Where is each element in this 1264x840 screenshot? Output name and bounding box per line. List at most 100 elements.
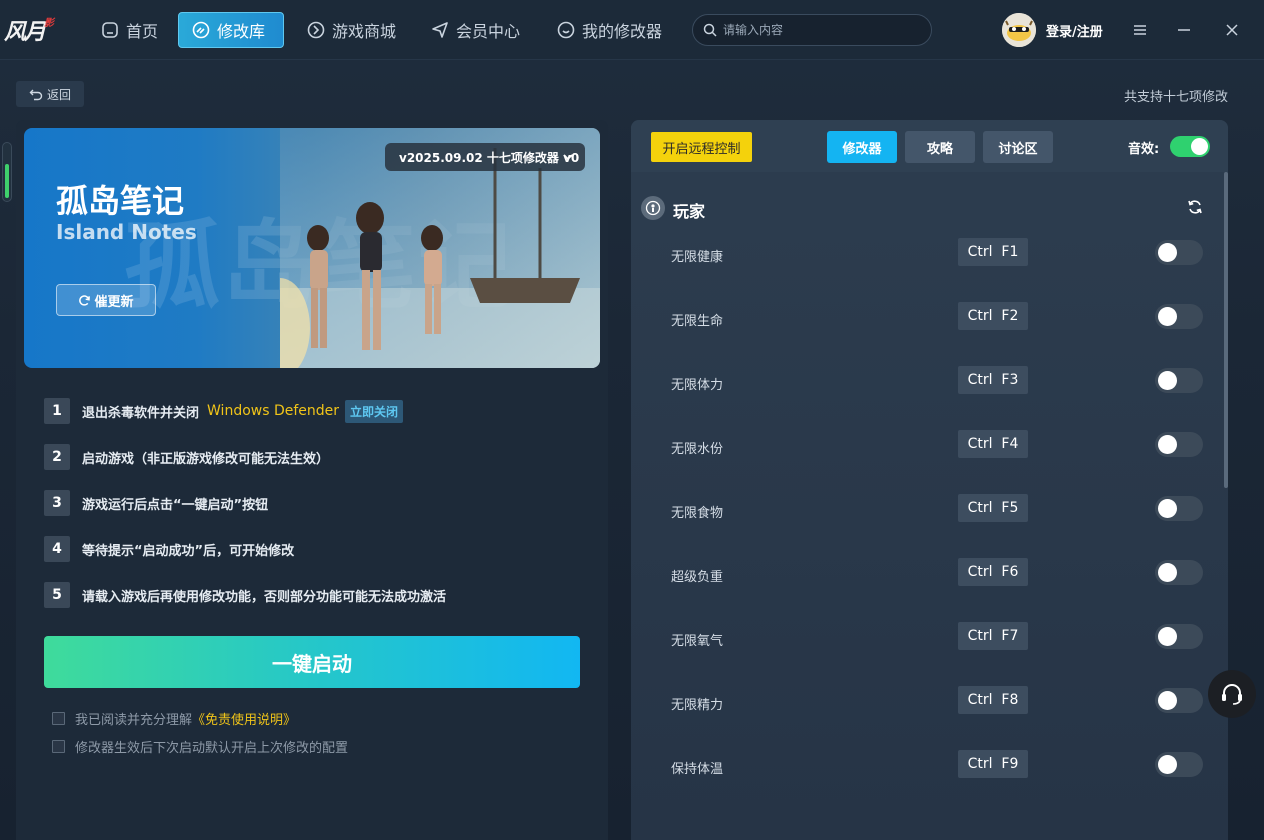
login-link[interactable]: 登录/注册: [1046, 21, 1103, 40]
scrollbar-thumb[interactable]: [1224, 172, 1228, 488]
step-number: 2: [44, 444, 70, 470]
tab-trainer[interactable]: 修改器: [827, 131, 897, 163]
cheat-name: 超级负重: [671, 570, 724, 585]
game-banner: 孤岛笔记 Island Notes 催更新 v2025.09.02 十七项修改器…: [24, 128, 600, 368]
cheat-row: 无限水份 Ctrl F4: [631, 426, 1228, 466]
player-icon: [641, 196, 665, 220]
nav-vip[interactable]: 会员中心: [418, 12, 532, 48]
minimize-button[interactable]: [1172, 18, 1196, 42]
menu-button[interactable]: [1128, 18, 1152, 42]
search-input[interactable]: [723, 23, 913, 37]
step-text: 启动游戏（非正版游戏修改可能无法生效）: [82, 451, 330, 467]
cheat-row: 超级负重 Ctrl F6: [631, 554, 1228, 594]
nav-home-label: 首页: [126, 22, 159, 41]
top-bar: 风月影 首页 修改库 游戏商城 会员中心 我的修改器 请输入内容 登录/注册: [0, 0, 1264, 60]
game-info-panel: 孤岛笔记 Island Notes 催更新 v2025.09.02 十七项修改器…: [16, 120, 608, 840]
cheat-toggle[interactable]: [1155, 240, 1203, 265]
agreement-checkbox[interactable]: [52, 711, 65, 725]
cheat-hotkey[interactable]: Ctrl F1: [958, 238, 1028, 266]
cheat-name: 无限氧气: [671, 634, 724, 649]
cheat-row: 无限氧气 Ctrl F7: [631, 618, 1228, 658]
store-icon: [307, 21, 325, 39]
nav-library[interactable]: 修改库: [178, 12, 284, 48]
step-number: 1: [44, 398, 70, 424]
back-label: 返回: [46, 87, 71, 102]
step-number: 5: [44, 582, 70, 608]
chevron-down-icon: [563, 154, 573, 161]
step-2: 2 启动游戏（非正版游戏修改可能无法生效）: [44, 444, 329, 470]
customer-service-button[interactable]: [1208, 670, 1256, 718]
cheat-name: 无限生命: [671, 314, 724, 329]
refresh-icon[interactable]: [1186, 198, 1204, 216]
remember-config-row: 修改器生效后下次启动默认开启上次修改的配置: [52, 737, 348, 756]
agreement-text: 我已阅读并充分理解: [75, 712, 193, 728]
vip-icon: [432, 22, 448, 38]
cheat-name: 保持体温: [671, 762, 724, 777]
cheat-name: 无限食物: [671, 506, 724, 521]
trainer-panel: 开启远程控制 修改器 攻略 讨论区 音效: 玩家 无限健康 Ctrl F1 无限…: [631, 120, 1228, 840]
cheat-row: 无限健康 Ctrl F1: [631, 234, 1228, 274]
nav-my-trainers[interactable]: 我的修改器: [544, 12, 674, 48]
support-count: 共支持十七项修改: [1123, 90, 1228, 105]
tab-guide[interactable]: 攻略: [905, 131, 975, 163]
home-icon: [102, 22, 118, 38]
disclaimer-link[interactable]: 《免责使用说明》: [192, 709, 296, 728]
nav-my-trainers-label: 我的修改器: [582, 22, 663, 41]
urge-update-button[interactable]: 催更新: [56, 284, 156, 316]
one-click-start-button[interactable]: 一键启动: [44, 636, 580, 688]
cheat-hotkey[interactable]: Ctrl F6: [958, 558, 1028, 586]
library-icon: [192, 21, 210, 39]
cheat-toggle[interactable]: [1155, 688, 1203, 713]
cheat-toggle[interactable]: [1155, 752, 1203, 777]
step-text: 等待提示“启动成功”后，可开始修改: [82, 543, 295, 559]
cheat-row: 无限体力 Ctrl F3: [631, 362, 1228, 402]
cheat-hotkey[interactable]: Ctrl F9: [958, 750, 1028, 778]
trainer-panel-header: 开启远程控制 修改器 攻略 讨论区 音效:: [631, 120, 1228, 172]
refresh-icon: [79, 294, 91, 306]
cheat-toggle[interactable]: [1155, 496, 1203, 521]
cheat-hotkey[interactable]: Ctrl F5: [958, 494, 1028, 522]
back-button[interactable]: 返回: [16, 81, 84, 107]
nav-store[interactable]: 游戏商城: [294, 12, 408, 48]
cheat-row: 无限精力 Ctrl F8: [631, 682, 1228, 722]
app-logo: 风月影: [4, 18, 54, 45]
cheat-hotkey[interactable]: Ctrl F8: [958, 686, 1028, 714]
cheat-toggle[interactable]: [1155, 624, 1203, 649]
avatar[interactable]: [1002, 13, 1036, 47]
app-window: 风月影 首页 修改库 游戏商城 会员中心 我的修改器 请输入内容 登录/注册 返…: [0, 0, 1264, 840]
remember-config-checkbox[interactable]: [52, 739, 65, 753]
cheat-name: 无限精力: [671, 698, 724, 713]
close-button[interactable]: [1220, 18, 1244, 42]
step-number: 4: [44, 536, 70, 562]
cheat-hotkey[interactable]: Ctrl F2: [958, 302, 1028, 330]
version-label: v2025.09.02 十七项修改器 v0: [399, 150, 580, 165]
agreement-row: 我已阅读并充分理解 《免责使用说明》: [52, 709, 296, 728]
step-text: 请载入游戏后再使用修改功能，否则部分功能可能无法成功激活: [82, 589, 447, 605]
cheat-toggle[interactable]: [1155, 368, 1203, 393]
version-select[interactable]: v2025.09.02 十七项修改器 v0: [385, 143, 585, 171]
cheat-hotkey[interactable]: Ctrl F4: [958, 430, 1028, 458]
search-icon: [703, 23, 717, 37]
cheat-row: 无限食物 Ctrl F5: [631, 490, 1228, 530]
cheat-toggle[interactable]: [1155, 560, 1203, 585]
cheat-toggle[interactable]: [1155, 304, 1203, 329]
nav-vip-label: 会员中心: [456, 22, 521, 41]
section-title: 玩家: [673, 202, 706, 221]
tab-discussion[interactable]: 讨论区: [983, 131, 1053, 163]
cheat-name: 无限体力: [671, 378, 724, 393]
remote-control-button[interactable]: 开启远程控制: [651, 132, 752, 162]
close-now-button[interactable]: 立即关闭: [345, 399, 404, 423]
search-box: [692, 14, 932, 46]
nav-home[interactable]: 首页: [88, 12, 170, 48]
sound-label: 音效:: [1128, 142, 1160, 157]
close-icon: [1226, 24, 1238, 36]
game-subtitle: Island Notes: [56, 220, 197, 244]
step-text: 退出杀毒软件并关闭: [82, 405, 200, 421]
cheat-hotkey[interactable]: Ctrl F7: [958, 622, 1028, 650]
menu-icon: [1134, 25, 1146, 35]
cheat-toggle[interactable]: [1155, 432, 1203, 457]
step-5: 5 请载入游戏后再使用修改功能，否则部分功能可能无法成功激活: [44, 582, 446, 608]
step-4: 4 等待提示“启动成功”后，可开始修改: [44, 536, 294, 562]
cheat-hotkey[interactable]: Ctrl F3: [958, 366, 1028, 394]
sound-toggle[interactable]: [1170, 136, 1210, 157]
